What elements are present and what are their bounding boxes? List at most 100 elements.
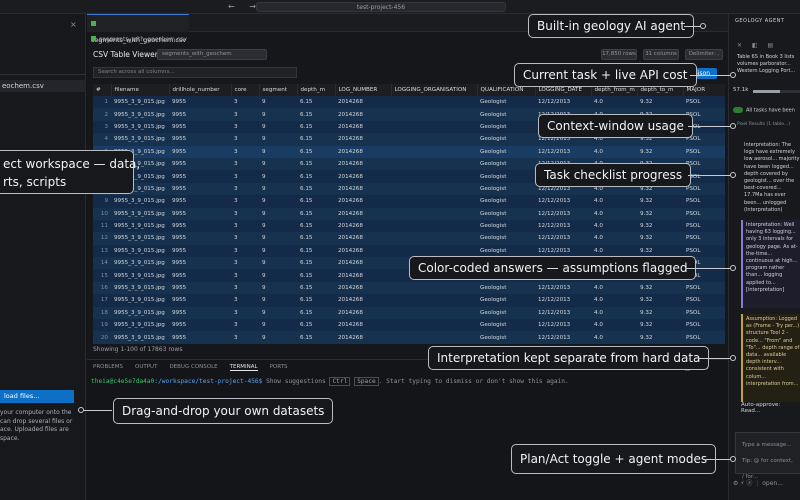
table-row[interactable]: 17 9955_3_9_015.jpg 9955 3 9 6.15 2014268 Geolo…	[93, 294, 725, 307]
connector-dot	[730, 123, 736, 129]
table-cell: 2014268	[335, 219, 391, 233]
explorer-file-item[interactable]: eochem.csv	[0, 80, 86, 92]
table-cell: 3	[231, 157, 259, 171]
connector	[688, 126, 732, 127]
table-cell: Geologist	[477, 133, 535, 146]
column-header[interactable]: depth_m	[297, 84, 336, 96]
table-cell: 9955_3_9_015.jpg	[111, 244, 169, 258]
table-cell: 9	[259, 170, 297, 183]
table-row[interactable]: 18 9955_3_9_015.jpg 9955 3 9 6.15 2014268 Geolo…	[93, 306, 725, 320]
breadcrumb[interactable]: segments_with_geochem.csv	[91, 36, 187, 43]
auto-approve-toggle[interactable]: Auto-approve: Read...	[741, 402, 800, 414]
table-search-input[interactable]: Search across all columns...	[93, 67, 297, 78]
connector	[690, 75, 730, 76]
workspace-line-1: ect workspace — data,	[3, 157, 141, 171]
row-number: 12	[93, 232, 111, 245]
table-cell: 2014268	[335, 232, 391, 245]
table-cell: 9955_3_9_015.jpg	[111, 294, 169, 307]
connector	[688, 175, 730, 176]
table-cell: 9.32	[637, 96, 683, 109]
table-cell: 9	[259, 207, 297, 220]
panel-tab-debug-console[interactable]: DEBUG CONSOLE	[169, 364, 217, 370]
table-row[interactable]: 10 9955_3_9_015.jpg 9955 3 9 6.15 2014268 Geolo…	[93, 207, 725, 220]
table-cell: Geologist	[477, 170, 535, 183]
tab-csv-file[interactable]: segments_with_geochem.csv	[87, 14, 189, 44]
table-cell: PSOL	[683, 281, 725, 295]
row-number: 11	[93, 219, 111, 233]
panel-tab-problems[interactable]: PROBLEMS	[93, 364, 123, 370]
column-header[interactable]: LOG_NUMBER	[335, 84, 392, 96]
table-cell: 9.32	[637, 331, 683, 344]
table-cell: 9	[259, 195, 297, 208]
table-row[interactable]: 20 9955_3_9_015.jpg 9955 3 9 6.15 2014268 Geolo…	[93, 331, 725, 344]
agent-chat-input[interactable]: Type a message... Tip: @ for context, / …	[735, 432, 800, 480]
table-cell: 9	[259, 96, 297, 109]
table-cell: 9955	[169, 207, 231, 220]
table-cell	[391, 157, 477, 171]
row-number: 3	[93, 120, 111, 134]
table-cell: 12/12/2013	[535, 232, 591, 245]
table-cell: 9	[259, 244, 297, 258]
agent-panel-tab[interactable]: GEOLOGY AGENT	[735, 18, 784, 24]
table-cell: 9955	[169, 170, 231, 183]
table-cell: 6.15	[297, 120, 335, 134]
column-header[interactable]: #	[93, 84, 112, 96]
terminal-hint-rest: . Start typing to dismiss or don't show …	[378, 378, 569, 385]
table-cell: 9955_3_9_015.jpg	[111, 331, 169, 344]
panel-tab-terminal[interactable]: TERMINAL	[229, 364, 258, 371]
terminal-path: :/workspace/test-project-456$	[154, 378, 263, 385]
table-cell: 3	[231, 96, 259, 109]
table-cell: 12/12/2013	[535, 219, 591, 233]
callout-interpretation: Interpretation kept separate from hard d…	[428, 346, 710, 370]
table-cell: 2014268	[335, 108, 391, 121]
task-checklist[interactable]: All tasks have been	[733, 107, 795, 114]
table-row[interactable]: 19 9955_3_9_015.jpg 9955 3 9 6.15 2014268 Geolo…	[93, 319, 725, 332]
terminal-prompt[interactable]: theia@c4e5e7da4a0:/workspace/test-projec…	[91, 377, 569, 386]
close-icon[interactable]: ×	[70, 20, 77, 29]
connector-dot	[730, 265, 736, 271]
table-cell: 6.15	[297, 108, 335, 121]
callout-task: Current task + live API cost	[514, 63, 697, 87]
table-cell: 9955	[169, 319, 231, 332]
table-cell: 12/12/2013	[535, 96, 591, 109]
command-center[interactable]: test-project-456	[256, 2, 506, 12]
column-count-badge: 31 columns	[643, 49, 679, 60]
table-cell: 9.32	[637, 232, 683, 245]
agent-mode-bar[interactable]: ⚙ ⚡ ⓐ ⋮ open...	[733, 478, 783, 487]
table-cell	[391, 133, 477, 146]
table-row[interactable]: 1 9955_3_9_015.jpg 9955 3 9 6.15 2014268 Geolog…	[93, 96, 725, 109]
table-cell: 9	[259, 294, 297, 307]
table-cell	[391, 232, 477, 245]
table-cell: Geologist	[477, 157, 535, 171]
table-cell: 2014268	[335, 120, 391, 134]
table-cell: 9955_3_9_015.jpg	[111, 269, 169, 282]
table-row[interactable]: 9 9955_3_9_015.jpg 9955 3 9 6.15 2014268 Geolog…	[93, 195, 725, 208]
table-row[interactable]: 16 9955_3_9_015.jpg 9955 3 9 6.15 2014268 Geolo…	[93, 281, 725, 295]
table-row[interactable]: 59955_3_9_015.jpg9955396.152014268Geolog…	[93, 145, 725, 158]
table-cell: 2014268	[335, 195, 391, 208]
panel-tab-ports[interactable]: PORTS	[270, 364, 288, 370]
table-cell: Geologist	[477, 96, 535, 109]
table-row[interactable]: 12 9955_3_9_015.jpg 9955 3 9 6.15 2014268 Geolo…	[93, 232, 725, 245]
table-cell: Geologist	[477, 195, 535, 208]
column-header[interactable]: core	[231, 84, 260, 96]
table-cell: Geologist	[477, 120, 535, 134]
table-cell: 9	[259, 232, 297, 245]
table-row[interactable]: 11 9955_3_9_015.jpg 9955 3 9 6.15 2014268 Geolo…	[93, 219, 725, 233]
upload-files-button[interactable]: load files...	[0, 390, 74, 403]
column-header[interactable]: filename	[111, 84, 170, 96]
panel-tab-output[interactable]: OUTPUT	[135, 364, 157, 370]
table-cell: Geologist	[477, 207, 535, 220]
column-header[interactable]: LOGGING_ORGANISATION	[391, 84, 478, 96]
table-cell: 6.15	[297, 207, 335, 220]
table-cell: 6.15	[297, 133, 335, 146]
row-number: 16	[93, 281, 111, 295]
table-cell: PSOL	[683, 96, 725, 109]
column-header[interactable]: segment	[259, 84, 298, 96]
table-cell: 4.0	[591, 319, 637, 332]
explorer-panel: × eochem.csv load files... your computer…	[0, 14, 86, 500]
column-header[interactable]: drillhole_number	[169, 84, 232, 96]
table-cell	[391, 182, 477, 196]
agent-toolbar-icons[interactable]: ✕ ◧ ▤	[737, 42, 777, 49]
callout-datasets: Drag-and-drop your own datasets	[113, 398, 334, 424]
